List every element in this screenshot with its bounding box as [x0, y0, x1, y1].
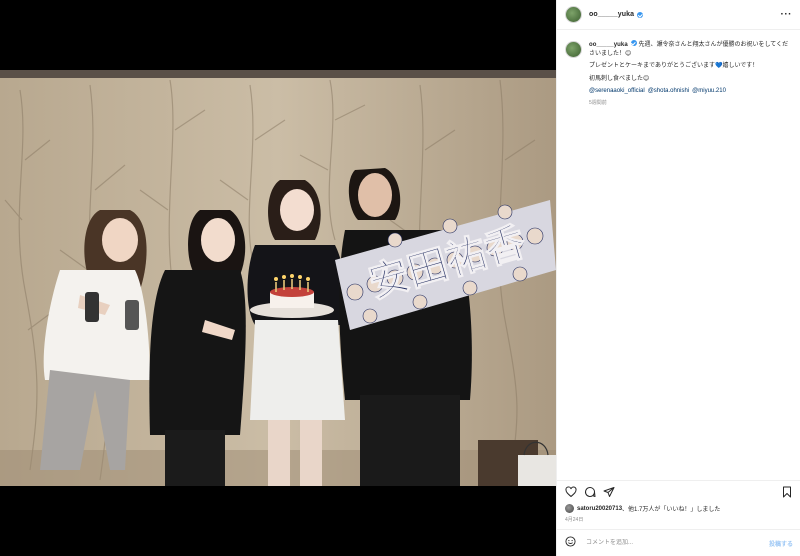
share-icon[interactable]	[603, 486, 615, 498]
bookmark-icon[interactable]	[781, 486, 793, 498]
caption: oo_____yuka 先週、瀬令奈さんと翔太さんが優勝のお祝いをしてくださいま…	[557, 30, 800, 108]
verified-badge-icon	[630, 40, 637, 46]
liker-username[interactable]: satoru20020713	[577, 506, 622, 512]
likes-text: 、他1.7万人が「いいね！」しました	[622, 507, 721, 513]
mentions: @serenaaoki_official @shota.ohnishi @miyuu…	[589, 87, 792, 96]
caption-text-2: プレゼントとケーキまでありがとうございます	[589, 63, 715, 70]
comment-icon[interactable]	[584, 486, 596, 498]
mention-link[interactable]: @shota.ohnishi	[648, 88, 689, 94]
post-sidebar: oo_____yuka ··· oo_____yuka 先週、瀬令奈さんと翔太さ…	[556, 0, 800, 556]
post-comment-button[interactable]: 投稿する	[769, 539, 793, 548]
comment-input[interactable]	[584, 539, 769, 547]
smile-emoji-icon: 😊	[625, 50, 632, 57]
liker-avatar	[565, 504, 574, 513]
post-date: 4月24日	[565, 517, 584, 523]
verified-badge-icon	[637, 11, 644, 18]
avatar[interactable]	[565, 6, 582, 23]
caption-text-3: 嬉しいです！	[722, 63, 759, 70]
caption-username[interactable]: oo_____yuka	[589, 42, 628, 48]
likes-summary[interactable]: satoru20020713 、他1.7万人が「いいね！」しました	[565, 504, 720, 513]
emoji-icon[interactable]	[565, 534, 576, 552]
post-photo[interactable]: 安田祐香	[0, 70, 556, 486]
post-media[interactable]: 安田祐香	[0, 0, 556, 556]
caption-text-4: 初馬刺し食べました	[589, 75, 644, 82]
header-username[interactable]: oo_____yuka	[589, 11, 634, 18]
heart-icon[interactable]	[565, 485, 577, 498]
more-horizontal-icon[interactable]: ···	[781, 9, 793, 20]
comment-bar: 投稿する	[557, 529, 800, 556]
caption-avatar[interactable]	[565, 41, 582, 58]
smile-emoji-icon: 😊	[643, 75, 650, 82]
post-age: 5週間前	[589, 99, 607, 106]
mention-link[interactable]: @serenaaoki_official	[589, 88, 645, 94]
mention-link[interactable]: @miyuu.210	[692, 88, 726, 94]
post-header: oo_____yuka ···	[557, 0, 800, 30]
action-bar	[557, 480, 800, 502]
